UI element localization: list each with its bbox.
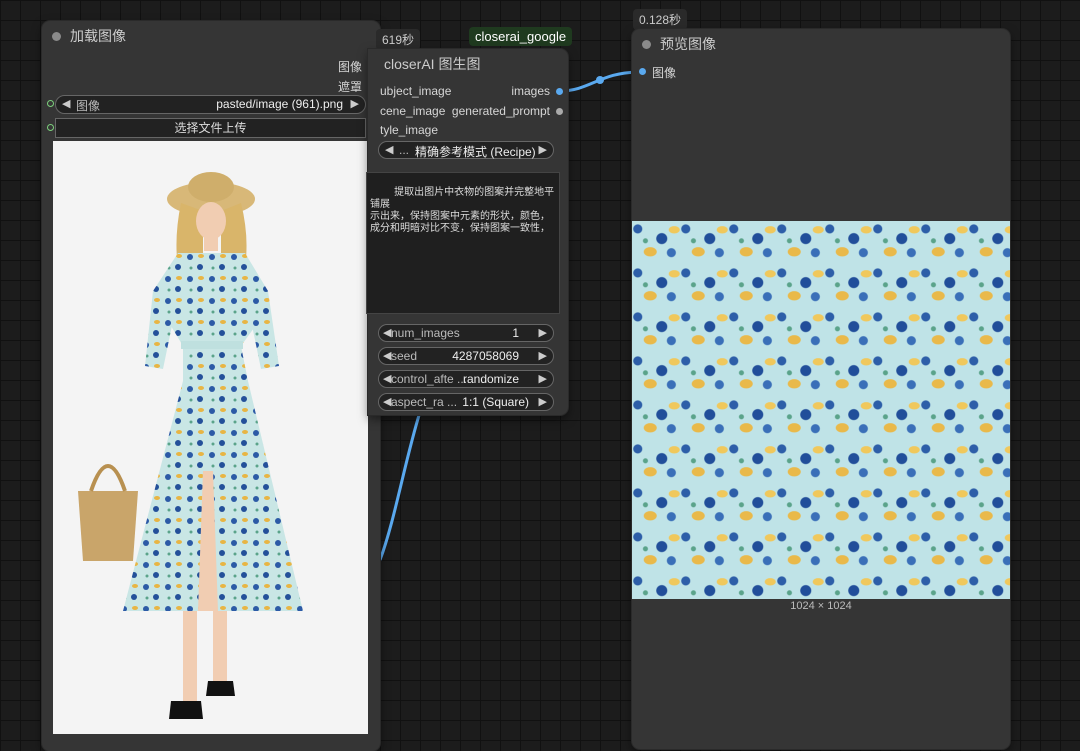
straw-bag — [78, 491, 138, 561]
preview-title-bar[interactable]: 预览图像 — [632, 29, 1010, 59]
image-widget-input-dot-icon[interactable] — [47, 100, 54, 107]
load-image-title-bar[interactable]: 加载图像 — [42, 21, 380, 51]
output-images-slot[interactable]: images — [511, 84, 550, 98]
seed-value: 4287058069 — [452, 349, 519, 363]
control-after-value: randomize — [462, 372, 519, 386]
load-image-title: 加载图像 — [70, 28, 126, 44]
face — [196, 202, 226, 240]
mode-select[interactable]: ◀ ... 精确参考模式 (Recipe) ▶ — [378, 141, 554, 159]
prompt-textarea[interactable]: 提取出图片中衣物的图案并完整地平铺展 示出来，保持图案中元素的形状，颜色， 成分… — [366, 172, 560, 314]
num-images-widget[interactable]: ◀ num_images 1 ▶ — [378, 324, 554, 342]
recipe-timing-badge: 619秒 — [376, 29, 421, 50]
output-generated-prompt-label: generated_prompt — [451, 104, 550, 118]
image-widget-value: pasted/image (961).png — [216, 97, 343, 111]
input-style-image[interactable]: tyle_image — [380, 123, 438, 137]
prompt-text: 提取出图片中衣物的图案并完整地平铺展 示出来，保持图案中元素的形状，颜色， 成分… — [370, 187, 555, 234]
upload-file-button[interactable]: 选择文件上传 — [55, 118, 366, 138]
preview-input-dot-icon[interactable] — [639, 68, 646, 75]
mode-widget-label: ... — [399, 143, 410, 157]
control-next-arrow-icon[interactable]: ▶ — [539, 372, 547, 385]
image-next-arrow-icon[interactable]: ▶ — [351, 97, 359, 110]
preview-image-node[interactable]: 预览图像 图像 1024 × 1024 — [632, 29, 1010, 749]
input-scene-image[interactable]: cene_image — [380, 104, 445, 118]
upload-input-dot-icon[interactable] — [47, 124, 54, 131]
left-leg — [183, 611, 197, 701]
image-size-text: 1024 × 1024 — [790, 600, 852, 612]
mode-widget-value: 精确参考模式 (Recipe) — [415, 145, 536, 159]
image-file-select[interactable]: ◀ 图像 pasted/image (961).png ▶ — [55, 95, 366, 114]
num-images-next-arrow-icon[interactable]: ▶ — [539, 326, 547, 339]
left-shoe — [169, 701, 203, 719]
recipe-title-bar[interactable]: closerAI 图生图 — [368, 49, 568, 79]
closerai-recipe-node[interactable]: closerAI 图生图 ubject_image cene_image tyl… — [366, 49, 568, 415]
preview-timing-text: 0.128秒 — [639, 13, 682, 27]
preview-input-label: 图像 — [652, 66, 677, 80]
link-midpoint — [596, 76, 604, 84]
output-image-label: 图像 — [337, 60, 362, 74]
output-mask-label: 遮罩 — [337, 80, 362, 94]
mode-next-arrow-icon[interactable]: ▶ — [539, 143, 547, 156]
output-mask-slot[interactable]: 遮罩 — [338, 78, 362, 95]
input-style-image-label: tyle_image — [380, 123, 439, 137]
output-generated-prompt-slot[interactable]: generated_prompt — [452, 104, 550, 118]
mode-prev-arrow-icon[interactable]: ◀ — [385, 143, 393, 156]
preview-collapse-dot-icon[interactable] — [642, 40, 651, 49]
aspect-next-arrow-icon[interactable]: ▶ — [539, 395, 547, 408]
input-subject-image-label: ubject_image — [380, 84, 452, 98]
loaded-image-preview — [53, 141, 368, 734]
control-after-label: control_afte ... — [391, 372, 468, 386]
input-subject-image[interactable]: ubject_image — [380, 84, 451, 98]
dress-photo-illustration — [53, 141, 368, 734]
output-images-label: images — [511, 84, 550, 98]
output-images-dot-icon[interactable] — [556, 88, 563, 95]
link-images-to-preview — [559, 70, 641, 93]
provider-badge-text: closerai_google — [475, 29, 567, 44]
image-size-label: 1024 × 1024 — [632, 600, 1010, 612]
aspect-ratio-label: aspect_ra ... — [391, 395, 458, 409]
seed-label: seed — [391, 349, 418, 363]
hat-crown — [188, 172, 234, 202]
seed-widget[interactable]: ◀ seed 4287058069 ▶ — [378, 347, 554, 365]
preview-title: 预览图像 — [660, 36, 716, 52]
belt — [181, 341, 243, 349]
recipe-timing-text: 619秒 — [382, 33, 415, 47]
recipe-title: closerAI 图生图 — [384, 56, 481, 72]
generated-pattern-image — [632, 221, 1010, 599]
aspect-ratio-widget[interactable]: ◀ aspect_ra ... 1:1 (Square) ▶ — [378, 393, 554, 411]
neck — [204, 237, 218, 251]
link-image-to-recipe — [378, 411, 422, 561]
image-prev-arrow-icon[interactable]: ◀ — [62, 97, 70, 110]
upload-file-label: 选择文件上传 — [174, 121, 247, 135]
output-image-slot[interactable]: 图像 — [338, 58, 362, 75]
control-after-generate-widget[interactable]: ◀ control_afte ... randomize ▶ — [378, 370, 554, 388]
image-widget-label: 图像 — [76, 99, 101, 113]
right-leg — [213, 611, 227, 681]
preview-input-slot[interactable]: 图像 — [652, 64, 676, 81]
num-images-value: 1 — [512, 326, 519, 340]
num-images-label: num_images — [391, 326, 460, 340]
output-prompt-dot-icon[interactable] — [556, 108, 563, 115]
seed-next-arrow-icon[interactable]: ▶ — [539, 349, 547, 362]
provider-badge: closerai_google — [469, 27, 573, 46]
aspect-ratio-value: 1:1 (Square) — [462, 395, 529, 409]
input-scene-image-label: cene_image — [380, 104, 446, 118]
preview-timing-badge: 0.128秒 — [633, 9, 688, 30]
collapse-dot-icon[interactable] — [52, 32, 61, 41]
load-image-node[interactable]: 加载图像 图像 遮罩 ◀ 图像 pasted/image (961).png ▶… — [42, 21, 380, 751]
right-shoe — [206, 681, 235, 696]
